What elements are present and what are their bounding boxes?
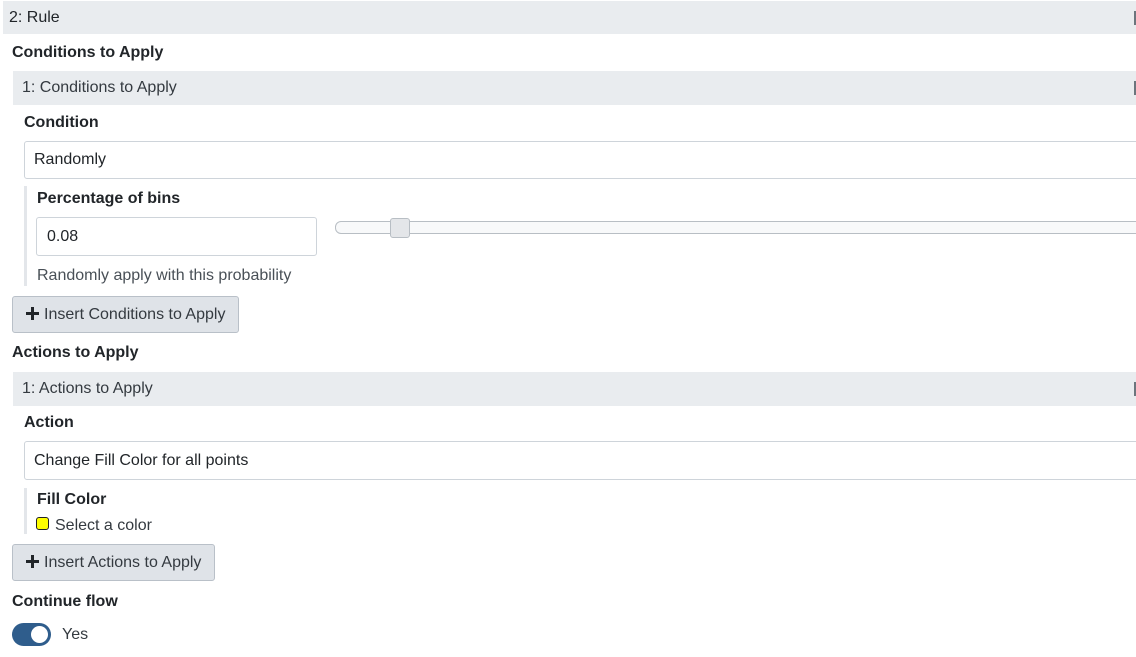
action-select[interactable]: Change Fill Color for all points <box>24 441 1136 480</box>
continue-flow-label: Continue flow <box>12 593 118 610</box>
continue-flow-toggle-text: Yes <box>62 626 89 643</box>
percentage-input-value: 0.08 <box>47 228 79 245</box>
plus-icon <box>26 555 39 568</box>
condition-options-divider <box>24 186 27 286</box>
percentage-input[interactable]: 0.08 <box>36 217 317 256</box>
insert-actions-button-label: Insert Actions to Apply <box>44 554 202 571</box>
plus-icon <box>26 307 39 320</box>
actions-section-label: Actions to Apply <box>12 344 139 361</box>
continue-flow-toggle[interactable] <box>12 623 51 646</box>
toggle-knob <box>31 626 48 643</box>
actions-item-header[interactable]: 1: Actions to Apply <box>13 372 1136 406</box>
actions-item-title: 1: Actions to Apply <box>22 380 153 397</box>
fill-color-label: Fill Color <box>37 491 107 508</box>
action-label: Action <box>24 414 74 431</box>
condition-label: Condition <box>24 114 99 131</box>
percentage-help-text: Randomly apply with this probability <box>37 267 292 284</box>
percentage-label: Percentage of bins <box>37 190 181 207</box>
conditions-item-title: 1: Conditions to Apply <box>22 79 177 96</box>
conditions-item-header[interactable]: 1: Conditions to Apply <box>13 71 1136 105</box>
action-options-divider <box>24 488 27 534</box>
fill-color-swatch[interactable] <box>36 517 49 530</box>
conditions-section-label: Conditions to Apply <box>12 44 164 61</box>
rule-header-title: 2: Rule <box>9 9 60 26</box>
rule-header[interactable]: 2: Rule <box>3 1 1136 34</box>
insert-conditions-button[interactable]: Insert Conditions to Apply <box>12 296 240 333</box>
fill-color-picker-text[interactable]: Select a color <box>55 517 152 535</box>
percentage-slider-handle[interactable] <box>389 218 410 238</box>
insert-actions-button[interactable]: Insert Actions to Apply <box>12 544 216 581</box>
insert-conditions-button-label: Insert Conditions to Apply <box>44 306 226 323</box>
condition-select[interactable]: Randomly <box>24 141 1136 179</box>
percentage-slider[interactable] <box>335 221 1136 234</box>
action-select-value: Change Fill Color for all points <box>34 452 249 469</box>
condition-select-value: Randomly <box>34 151 107 168</box>
